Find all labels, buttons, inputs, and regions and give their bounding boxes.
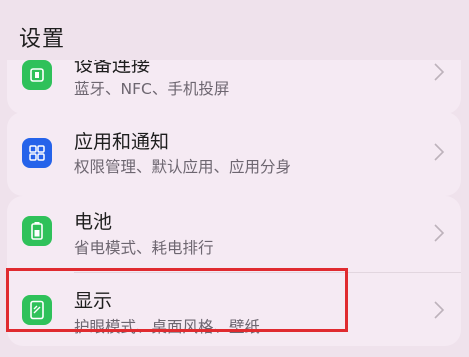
row-title: 应用和通知 [74, 131, 170, 153]
device-connection-icon [22, 60, 52, 90]
battery-icon [22, 216, 52, 246]
row-subtitle: 蓝牙、NFC、手机投屏 [74, 80, 230, 98]
apps-grid-icon [22, 138, 52, 168]
chevron-right-icon [434, 224, 445, 242]
highlight-box-display [6, 268, 348, 332]
settings-card-apps: 应用和通知 权限管理、默认应用、应用分身 [7, 112, 461, 196]
page-title: 设置 [19, 27, 66, 52]
row-subtitle: 权限管理、默认应用、应用分身 [74, 158, 292, 176]
chevron-right-icon [434, 63, 445, 81]
settings-header: 设置 [0, 0, 469, 60]
settings-row-apps-notifications[interactable]: 应用和通知 权限管理、默认应用、应用分身 [7, 112, 461, 196]
row-title: 电池 [74, 211, 113, 233]
chevron-right-icon [434, 143, 445, 161]
row-subtitle: 省电模式、耗电排行 [74, 239, 214, 257]
chevron-right-icon [434, 301, 445, 319]
